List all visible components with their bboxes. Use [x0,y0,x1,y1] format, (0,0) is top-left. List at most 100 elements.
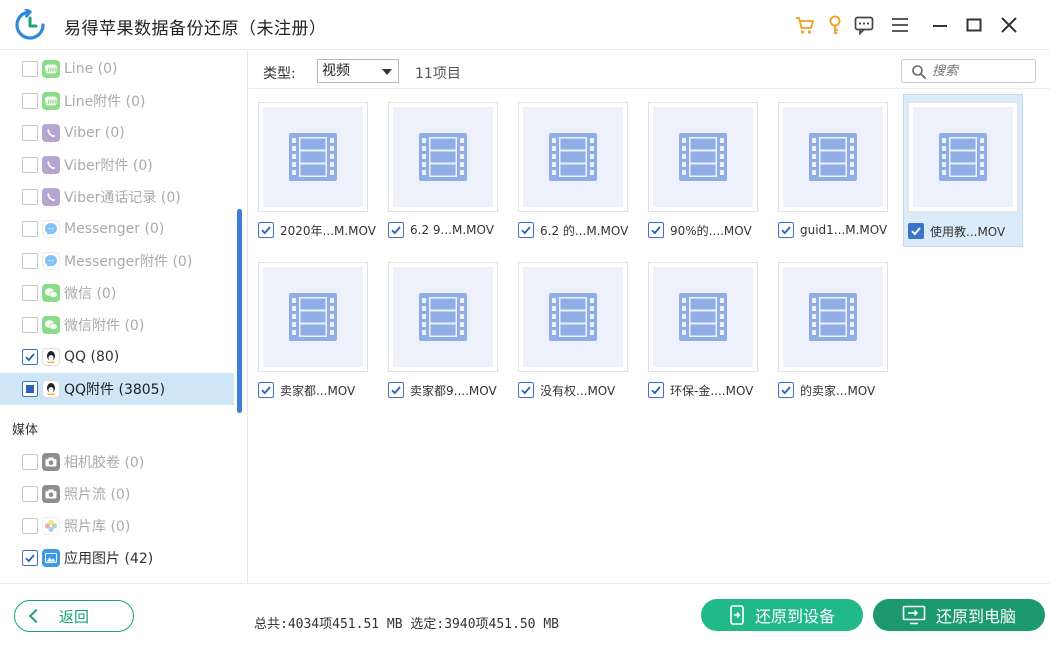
video-thumbnail[interactable] [388,262,498,372]
photos-icon [42,517,60,535]
file-tile[interactable]: 卖家都...MOV [258,262,378,412]
sidebar-item[interactable]: 照片流 (0) [0,478,234,510]
video-file-icon [393,267,493,367]
file-checkbox[interactable] [648,222,664,238]
sidebar-item[interactable]: 微信附件 (0) [0,309,234,341]
maximize-icon[interactable] [963,14,985,36]
file-tile[interactable]: 的卖家...MOV [778,262,898,412]
sidebar-item-checkbox[interactable] [22,253,38,269]
sidebar-item[interactable]: 微信 (0) [0,277,234,309]
video-file-icon [653,267,753,367]
video-thumbnail[interactable] [258,262,368,372]
video-thumbnail[interactable] [258,102,368,212]
category-sidebar: LINE Line (0) LINE Line附件 (0) Viber (0) Viber… [0,51,248,583]
sidebar-item-checkbox[interactable] [22,317,38,333]
search-input[interactable] [932,62,1030,80]
cart-icon[interactable] [794,14,816,36]
sidebar-item[interactable]: QQ (80) [0,341,234,373]
video-thumbnail[interactable] [778,102,888,212]
sidebar-item-checkbox[interactable] [22,157,38,173]
sidebar-item-checkbox[interactable] [22,381,38,397]
video-thumbnail[interactable] [648,262,758,372]
file-tile[interactable]: 环保-金....MOV [648,262,768,412]
file-name: 的卖家...MOV [800,383,876,398]
sidebar-item-checkbox[interactable] [22,454,38,470]
sidebar-item-checkbox[interactable] [22,518,38,534]
sidebar-item-checkbox[interactable] [22,221,38,237]
type-select[interactable]: 视频 [317,59,399,83]
file-tile[interactable]: 2020年...M.MOV [258,102,378,252]
video-thumbnail[interactable] [388,102,498,212]
key-icon[interactable] [824,14,846,36]
sidebar-item[interactable]: Viber (0) [0,117,234,149]
file-tile[interactable]: 6.2 9...M.MOV [388,102,508,252]
video-thumbnail[interactable] [908,102,1018,212]
file-tile[interactable]: 6.2 的...M.MOV [518,102,638,252]
video-thumbnail[interactable] [648,102,758,212]
sidebar-item[interactable]: 相机胶卷 (0) [0,446,234,478]
viber-icon [42,156,60,174]
sidebar-item[interactable]: LINE Line附件 (0) [0,85,234,117]
sidebar-item-label: 照片流 (0) [64,487,131,503]
file-caption: 90%的....MOV [648,220,770,240]
menu-icon[interactable] [889,14,911,36]
sidebar-item[interactable]: 应用图片 (42) [0,542,234,574]
sidebar-item-checkbox[interactable] [22,189,38,205]
feedback-icon[interactable] [853,14,875,36]
file-tile[interactable]: 使用教...MOV [903,94,1023,247]
file-checkbox[interactable] [778,382,794,398]
file-checkbox[interactable] [258,382,274,398]
phone-restore-icon [729,605,745,625]
sidebar-item[interactable]: 照片库 (0) [0,510,234,542]
file-checkbox[interactable] [258,222,274,238]
close-icon[interactable] [998,14,1020,36]
app-image-icon [42,549,60,567]
file-caption: 6.2 9...M.MOV [388,220,510,240]
restore-to-pc-button[interactable]: 还原到电脑 [873,599,1045,631]
sidebar-item[interactable]: Viber通话记录 (0) [0,181,234,213]
file-checkbox[interactable] [518,222,534,238]
file-tile[interactable]: 没有权...MOV [518,262,638,412]
file-tile[interactable]: guid1...M.MOV [778,102,898,252]
file-tile[interactable]: 90%的....MOV [648,102,768,252]
sidebar-scrollbar[interactable] [237,209,242,413]
sidebar-item-checkbox[interactable] [22,93,38,109]
sidebar-item-checkbox[interactable] [22,61,38,77]
minimize-icon[interactable] [929,14,951,36]
sidebar-item-label: 微信附件 (0) [64,318,145,334]
sidebar-item-label: 微信 (0) [64,286,117,302]
sidebar-item[interactable]: Messenger附件 (0) [0,245,234,277]
video-thumbnail[interactable] [778,262,888,372]
file-checkbox[interactable] [778,222,794,238]
sidebar-item-label: 照片库 (0) [64,519,131,535]
sidebar-item[interactable]: Messenger (0) [0,213,234,245]
video-thumbnail[interactable] [518,102,628,212]
file-name: 环保-金....MOV [670,383,754,398]
footer-bar: 返回 总共:4034项451.51 MB 选定:3940项451.50 MB 还… [0,583,1050,645]
file-checkbox[interactable] [388,222,404,238]
restore-to-device-button[interactable]: 还原到设备 [701,599,863,631]
sidebar-item-checkbox[interactable] [22,550,38,566]
back-button[interactable]: 返回 [14,600,134,632]
sidebar-item-checkbox[interactable] [22,125,38,141]
sidebar-item[interactable]: QQ附件 (3805) [0,373,234,405]
sidebar-item-checkbox[interactable] [22,349,38,365]
sidebar-item-label: Line (0) [64,61,118,77]
file-checkbox[interactable] [648,382,664,398]
file-caption: 卖家都9....MOV [388,380,510,400]
sidebar-item[interactable]: LINE Line (0) [0,53,234,85]
file-name: 6.2 的...M.MOV [540,223,629,238]
viber-icon [42,188,60,206]
section-title-media: 媒体 [12,423,39,438]
video-thumbnail[interactable] [518,262,628,372]
sidebar-item-checkbox[interactable] [22,486,38,502]
video-file-icon [783,107,883,207]
sidebar-item-label: 应用图片 (42) [64,551,154,567]
file-checkbox[interactable] [388,382,404,398]
file-tile[interactable]: 卖家都9....MOV [388,262,508,412]
search-box[interactable] [901,59,1036,83]
sidebar-item-checkbox[interactable] [22,285,38,301]
sidebar-item[interactable]: Viber附件 (0) [0,149,234,181]
file-checkbox[interactable] [908,223,924,239]
file-checkbox[interactable] [518,382,534,398]
